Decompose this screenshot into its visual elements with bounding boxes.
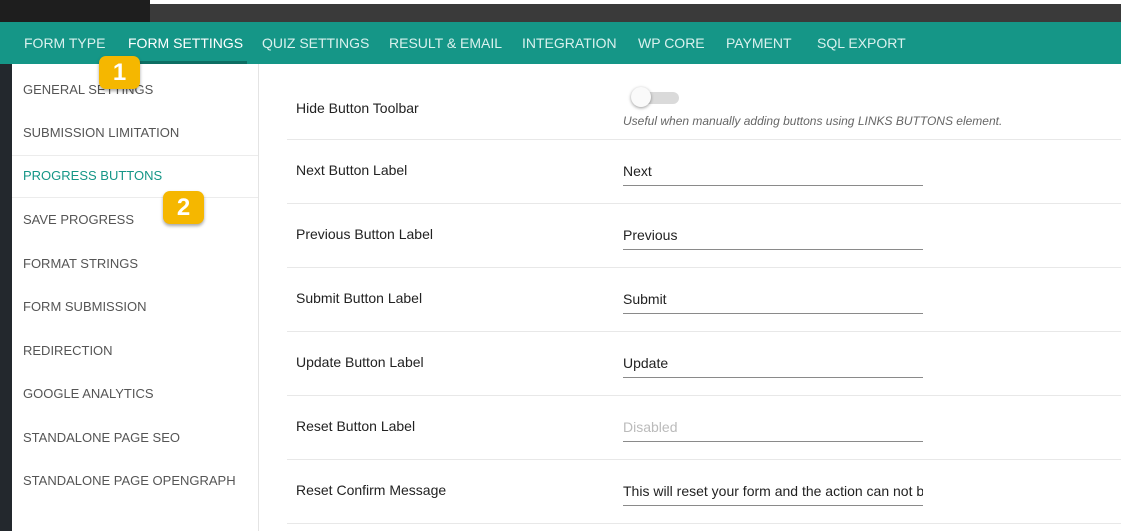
previous-label: Previous Button Label — [296, 226, 433, 242]
settings-sidebar: GENERAL SETTINGS SUBMISSION LIMITATION P… — [12, 64, 259, 531]
step-badge-1: 1 — [99, 56, 140, 89]
previous-label-input[interactable] — [623, 220, 923, 250]
reset-label-input[interactable] — [623, 412, 923, 442]
next-label-input[interactable] — [623, 156, 923, 186]
top-strip-grey — [150, 4, 1121, 22]
browser-top-strip — [0, 0, 1121, 22]
sidebar-item-format-strings[interactable]: FORMAT STRINGS — [12, 240, 258, 283]
sidebar-item-form-submission[interactable]: FORM SUBMISSION — [12, 283, 258, 326]
reset-confirm-label: Reset Confirm Message — [296, 482, 447, 498]
tab-sql-export[interactable]: SQL EXPORT — [817, 22, 906, 64]
submit-label: Submit Button Label — [296, 290, 423, 306]
tab-form-settings[interactable]: FORM SETTINGS — [128, 22, 243, 64]
settings-panel: Hide Button Toolbar Useful when manually… — [260, 64, 1121, 531]
reset-confirm-input[interactable] — [623, 476, 923, 506]
tab-quiz-settings[interactable]: QUIZ SETTINGS — [262, 22, 369, 64]
tab-integration[interactable]: INTEGRATION — [522, 22, 617, 64]
hide-toolbar-toggle[interactable] — [631, 87, 679, 107]
next-label: Next Button Label — [296, 162, 408, 178]
sidebar-item-standalone-page-opengraph[interactable]: STANDALONE PAGE OPENGRAPH — [12, 457, 258, 500]
setting-row-next: Next Button Label — [287, 140, 1121, 204]
step-badge-2: 2 — [163, 191, 204, 224]
submit-label-input[interactable] — [623, 284, 923, 314]
setting-row-update: Update Button Label — [287, 332, 1121, 396]
sidebar-item-save-progress[interactable]: SAVE PROGRESS — [12, 196, 258, 239]
top-tab-bar: FORM TYPE FORM SETTINGS QUIZ SETTINGS RE… — [0, 22, 1121, 64]
setting-row-hide-toolbar: Hide Button Toolbar Useful when manually… — [287, 64, 1121, 140]
reset-label: Reset Button Label — [296, 418, 416, 434]
setting-row-submit: Submit Button Label — [287, 268, 1121, 332]
hide-toolbar-label: Hide Button Toolbar — [296, 100, 419, 116]
sidebar-item-redirection[interactable]: REDIRECTION — [12, 327, 258, 370]
tab-payment[interactable]: PAYMENT — [726, 22, 792, 64]
sidebar-item-google-analytics[interactable]: GOOGLE ANALYTICS — [12, 370, 258, 413]
sidebar-item-standalone-page-seo[interactable]: STANDALONE PAGE SEO — [12, 414, 258, 457]
sidebar-item-progress-buttons[interactable]: PROGRESS BUTTONS — [12, 155, 258, 198]
tab-wp-core[interactable]: WP CORE — [638, 22, 705, 64]
sidebar-item-submission-limitation[interactable]: SUBMISSION LIMITATION — [12, 109, 258, 152]
tab-result-email[interactable]: RESULT & EMAIL — [389, 22, 502, 64]
setting-row-reset-confirm: Reset Confirm Message — [287, 460, 1121, 524]
setting-row-reset: Reset Button Label — [287, 396, 1121, 460]
setting-row-previous: Previous Button Label — [287, 204, 1121, 268]
wp-admin-sidebar-edge — [0, 22, 12, 531]
hide-toolbar-hint: Useful when manually adding buttons usin… — [623, 114, 1003, 128]
top-strip-dark — [0, 0, 150, 22]
toggle-knob — [631, 87, 651, 107]
tab-form-type[interactable]: FORM TYPE — [24, 22, 105, 64]
update-label: Update Button Label — [296, 354, 424, 370]
update-label-input[interactable] — [623, 348, 923, 378]
